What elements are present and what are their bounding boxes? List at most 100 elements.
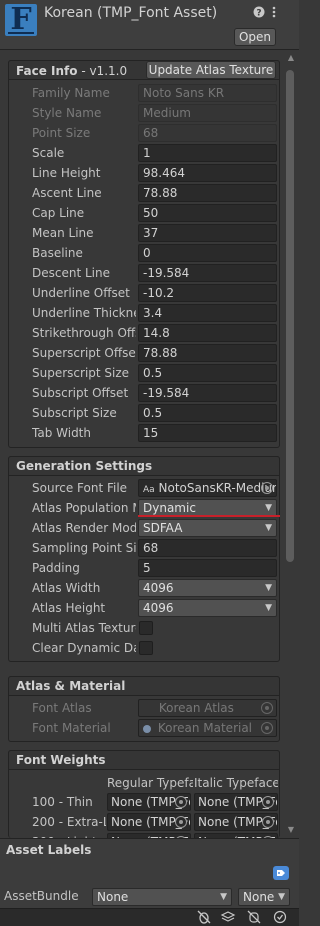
font-weights-title: Font Weights bbox=[16, 753, 106, 767]
face-info-field: 68 bbox=[138, 124, 277, 142]
font-atlas-field: Korean Atlas bbox=[138, 699, 277, 717]
face-info-field[interactable]: 37 bbox=[138, 224, 277, 242]
kebab-menu-icon[interactable] bbox=[268, 6, 280, 18]
atlas-height-value: 4096 bbox=[143, 601, 174, 615]
source-font-value: NotoSansKR-Medium bbox=[158, 481, 277, 495]
help-icon[interactable]: ? bbox=[253, 6, 265, 19]
face-info-field[interactable]: 78.88 bbox=[138, 184, 277, 202]
object-picker-icon bbox=[261, 702, 273, 714]
multi-atlas-checkbox[interactable] bbox=[139, 621, 153, 635]
face-info-field: Noto Sans KR bbox=[138, 84, 277, 102]
face-info-field[interactable]: 0.5 bbox=[138, 364, 277, 382]
face-info-title: Face Info - v1.1.0 bbox=[16, 64, 128, 78]
clear-dynamic-label: Clear Dynamic Data bbox=[32, 641, 136, 655]
face-info-label: Mean Line bbox=[32, 226, 94, 240]
sampling-size-field[interactable]: 68 bbox=[138, 539, 277, 557]
bug-off-icon[interactable] bbox=[246, 910, 262, 924]
population-mode-label: Atlas Population Mode bbox=[32, 501, 136, 515]
font-material-value: Korean Material bbox=[157, 721, 253, 735]
face-info-label: Ascent Line bbox=[32, 186, 102, 200]
font-material-label: Font Material bbox=[32, 721, 111, 735]
face-info-field[interactable]: 0.5 bbox=[138, 404, 277, 422]
font-weight-regular-field[interactable]: None (TMP_Font Asset) bbox=[107, 813, 191, 831]
face-info-label: Underline Thickness bbox=[32, 306, 136, 320]
face-info-label: Scale bbox=[32, 146, 65, 160]
font-asset-icon: F bbox=[5, 2, 37, 37]
font-weight-regular-field[interactable]: None (TMP_Font Asset) bbox=[107, 793, 191, 811]
face-info-field[interactable]: 14.8 bbox=[138, 324, 277, 342]
render-mode-dropdown[interactable]: SDFAA ▼ bbox=[138, 519, 277, 537]
scroll-up-icon[interactable]: ▲ bbox=[284, 52, 298, 64]
face-info-field[interactable]: -19.584 bbox=[138, 264, 277, 282]
face-info-label: Underline Offset bbox=[32, 286, 130, 300]
clear-dynamic-checkbox[interactable] bbox=[139, 641, 153, 655]
generation-settings-title: Generation Settings bbox=[16, 459, 153, 473]
face-info-label: Strikethrough Offset bbox=[32, 326, 136, 340]
open-button[interactable]: Open bbox=[234, 28, 276, 46]
atlas-material-title: Atlas & Material bbox=[16, 679, 126, 693]
face-info-label: Baseline bbox=[32, 246, 83, 260]
font-weight-label: 200 - Extra-Light bbox=[32, 815, 106, 829]
atlas-height-dropdown[interactable]: 4096 ▼ bbox=[138, 599, 277, 617]
face-info-label: Superscript Size bbox=[32, 366, 130, 380]
update-atlas-texture-button[interactable]: Update Atlas Texture bbox=[146, 61, 276, 79]
font-weight-label: 100 - Thin bbox=[32, 795, 93, 809]
atlas-width-value: 4096 bbox=[143, 581, 174, 595]
debug-off-icon[interactable] bbox=[196, 910, 212, 924]
face-info-field: Medium bbox=[138, 104, 277, 122]
padding-label: Padding bbox=[32, 561, 80, 575]
face-info-field[interactable]: 0 bbox=[138, 244, 277, 262]
object-picker-icon bbox=[261, 722, 273, 734]
material-icon bbox=[143, 724, 151, 733]
asset-bundle-label: AssetBundle bbox=[4, 889, 79, 903]
font-atlas-value: Korean Atlas bbox=[158, 701, 234, 715]
red-underline-annotation bbox=[138, 515, 280, 517]
face-info-field[interactable]: 3.4 bbox=[138, 304, 277, 322]
face-info-field[interactable]: 1 bbox=[138, 144, 277, 162]
chevron-down-icon: ▼ bbox=[265, 503, 272, 513]
object-picker-icon[interactable] bbox=[175, 816, 187, 828]
scrollbar-thumb[interactable] bbox=[286, 70, 294, 562]
render-mode-value: SDFAA bbox=[143, 521, 183, 535]
font-weight-italic-field[interactable]: None (TMP_Font Asset) bbox=[194, 813, 278, 831]
check-circle-icon[interactable] bbox=[272, 910, 288, 924]
face-info-field[interactable]: 15 bbox=[138, 424, 277, 442]
face-info-label: Tab Width bbox=[32, 426, 91, 440]
tag-icon[interactable] bbox=[273, 866, 289, 880]
source-font-label: Source Font File bbox=[32, 481, 128, 495]
object-picker-icon[interactable] bbox=[261, 482, 273, 494]
object-picker-icon[interactable] bbox=[262, 816, 274, 828]
face-info-label: Cap Line bbox=[32, 206, 85, 220]
scroll-down-icon[interactable]: ▼ bbox=[284, 824, 298, 836]
source-font-field[interactable]: Aa NotoSansKR-Medium bbox=[138, 479, 277, 497]
font-material-field: Korean Material bbox=[138, 719, 277, 737]
render-mode-label: Atlas Render Mode bbox=[32, 521, 136, 535]
asset-labels-title: Asset Labels bbox=[6, 843, 92, 857]
face-info-label: Superscript Offset bbox=[32, 346, 136, 360]
face-info-field[interactable]: -10.2 bbox=[138, 284, 277, 302]
asset-variant-dropdown[interactable]: None ▼ bbox=[238, 888, 290, 906]
padding-field[interactable]: 5 bbox=[138, 559, 277, 577]
asset-bundle-dropdown[interactable]: None ▼ bbox=[92, 888, 232, 906]
face-info-label: Point Size bbox=[32, 126, 91, 140]
face-info-label: Subscript Size bbox=[32, 406, 117, 420]
face-info-label: Style Name bbox=[32, 106, 102, 120]
atlas-width-label: Atlas Width bbox=[32, 581, 101, 595]
layers-icon[interactable] bbox=[220, 910, 236, 924]
population-mode-value: Dynamic bbox=[143, 501, 196, 515]
face-info-field[interactable]: 50 bbox=[138, 204, 277, 222]
face-info-label: Line Height bbox=[32, 166, 101, 180]
object-picker-icon[interactable] bbox=[175, 796, 187, 808]
chevron-down-icon: ▼ bbox=[220, 892, 227, 902]
face-info-field[interactable]: 98.464 bbox=[138, 164, 277, 182]
object-picker-icon[interactable] bbox=[262, 796, 274, 808]
asset-variant-value: None bbox=[243, 890, 275, 904]
font-weight-italic-field[interactable]: None (TMP_Font Asset) bbox=[194, 793, 278, 811]
italic-typeface-header: Italic Typeface bbox=[194, 776, 278, 790]
atlas-width-dropdown[interactable]: 4096 ▼ bbox=[138, 579, 277, 597]
font-file-icon: Aa bbox=[143, 485, 155, 495]
chevron-down-icon: ▼ bbox=[265, 603, 272, 613]
face-info-label: Subscript Offset bbox=[32, 386, 129, 400]
face-info-field[interactable]: 78.88 bbox=[138, 344, 277, 362]
face-info-field[interactable]: -19.584 bbox=[138, 384, 277, 402]
